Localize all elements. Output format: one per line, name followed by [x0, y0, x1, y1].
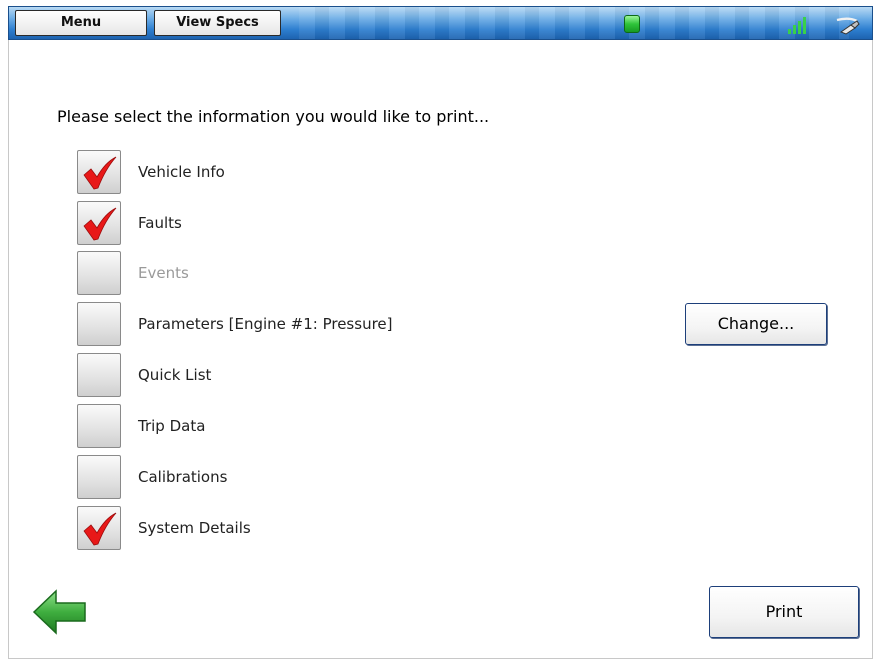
option-row: Faults [77, 201, 637, 245]
option-checkbox[interactable] [77, 302, 121, 346]
option-row: Parameters [Engine #1: Pressure] [77, 302, 637, 346]
option-label: Events [138, 264, 189, 282]
option-checkbox[interactable] [77, 201, 121, 245]
option-checkbox[interactable] [77, 150, 121, 194]
print-button[interactable]: Print [709, 586, 859, 638]
connection-status-icon [624, 15, 640, 33]
option-row: Calibrations [77, 455, 637, 499]
option-label: Trip Data [138, 417, 206, 435]
option-label: Vehicle Info [138, 163, 225, 181]
option-label: System Details [138, 519, 251, 537]
option-label: Faults [138, 214, 182, 232]
option-row: Trip Data [77, 404, 637, 448]
option-row: Quick List [77, 353, 637, 397]
checkmark-icon [83, 156, 117, 190]
toolbar-decoration [299, 7, 849, 39]
signal-strength-icon [788, 17, 806, 34]
page-heading: Please select the information you would … [57, 107, 490, 126]
option-label: Calibrations [138, 468, 228, 486]
cable-connector-icon [836, 17, 860, 35]
checkmark-icon [83, 512, 117, 546]
menu-button[interactable]: Menu [15, 10, 147, 36]
view-specs-button[interactable]: View Specs [154, 10, 281, 36]
option-checkbox [77, 251, 121, 295]
option-checkbox[interactable] [77, 353, 121, 397]
checkmark-icon [83, 207, 117, 241]
option-label: Parameters [Engine #1: Pressure] [138, 315, 393, 333]
option-row: System Details [77, 506, 637, 550]
option-checkbox[interactable] [77, 404, 121, 448]
option-checkbox[interactable] [77, 455, 121, 499]
option-row: Vehicle Info [77, 150, 637, 194]
top-toolbar: Menu View Specs [8, 6, 873, 40]
change-parameters-button[interactable]: Change... [685, 303, 827, 345]
option-label: Quick List [138, 366, 212, 384]
option-row: Events [77, 251, 637, 295]
option-checkbox[interactable] [77, 506, 121, 550]
back-arrow-icon[interactable] [32, 588, 88, 636]
